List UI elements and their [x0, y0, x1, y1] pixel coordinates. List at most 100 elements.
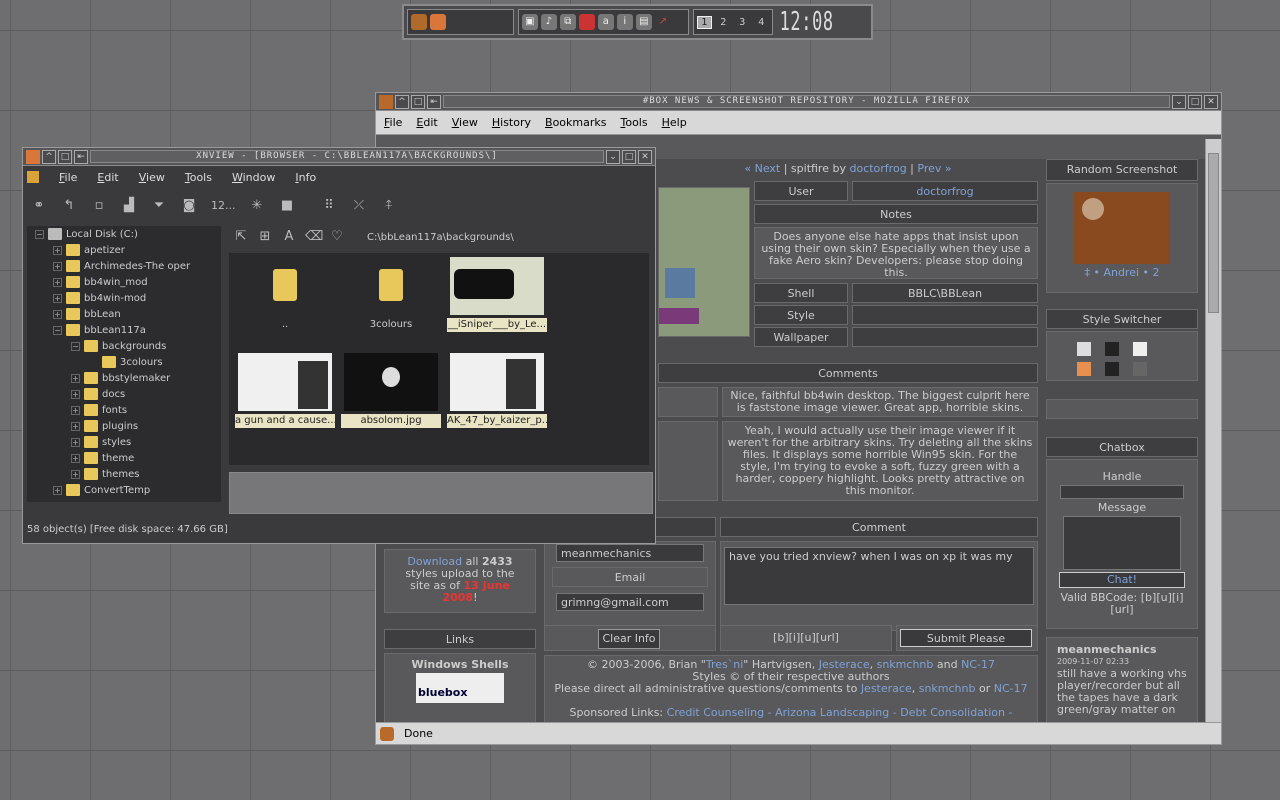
- tree-item[interactable]: + bb4win-mod: [27, 290, 221, 306]
- style-swatch-5[interactable]: [1105, 362, 1119, 376]
- zoom-icon[interactable]: 12...: [211, 198, 236, 214]
- xv-menu-file[interactable]: File: [59, 171, 77, 184]
- filter-icon[interactable]: ⏷: [151, 198, 167, 214]
- sticky-button[interactable]: □: [411, 94, 425, 109]
- xnview-titlebar[interactable]: ^ □ ⇤ XNVIEW - [BROWSER - C:\BBLEAN117A\…: [23, 148, 655, 166]
- tree-item[interactable]: − backgrounds: [27, 338, 221, 354]
- style-swatch-3[interactable]: [1133, 342, 1147, 356]
- thumb-parent[interactable]: ..: [235, 257, 335, 332]
- xv-menu-window[interactable]: Window: [232, 171, 275, 184]
- maximize-button[interactable]: □: [1188, 94, 1202, 109]
- trash-icon[interactable]: ⌫: [305, 229, 323, 245]
- nc17-link[interactable]: NC-17: [961, 658, 995, 671]
- menu-history[interactable]: History: [492, 116, 531, 129]
- random-screenshot-image[interactable]: [1074, 192, 1170, 264]
- handle-input[interactable]: [1060, 485, 1184, 499]
- email-input[interactable]: grimng@gmail.com: [556, 593, 704, 611]
- message-input[interactable]: [1063, 516, 1181, 570]
- next-link[interactable]: « Next: [744, 162, 780, 175]
- thumb-absolom[interactable]: absolom.jpg: [341, 353, 441, 428]
- jpeg-icon[interactable]: ▫: [91, 198, 107, 214]
- xv-resize-button[interactable]: ⇤: [74, 149, 88, 164]
- comment-textarea[interactable]: have you tried xnview? when I was on xp …: [724, 547, 1034, 605]
- tree-item[interactable]: + plugins: [27, 418, 221, 434]
- tray-a-icon[interactable]: a: [597, 14, 614, 30]
- xv-menu-tools[interactable]: Tools: [185, 171, 212, 184]
- new-folder-icon[interactable]: ⊞: [257, 229, 273, 245]
- taskbar-tasks[interactable]: [407, 9, 514, 35]
- menu-tools[interactable]: Tools: [620, 116, 647, 129]
- xv-sticky-button[interactable]: □: [58, 149, 72, 164]
- tree-item[interactable]: + theme: [27, 450, 221, 466]
- network-icon[interactable]: ⧉: [559, 14, 576, 30]
- volume-icon[interactable]: ♪: [540, 14, 557, 30]
- chat-button[interactable]: Chat!: [1059, 572, 1185, 588]
- thumb-3colours[interactable]: 3colours: [341, 257, 441, 332]
- expand-icon[interactable]: −: [53, 325, 62, 335]
- menu-bookmarks[interactable]: Bookmarks: [545, 116, 606, 129]
- screenshot-preview[interactable]: [658, 187, 750, 337]
- jesterace-link-2[interactable]: Jesterace: [861, 682, 912, 695]
- camera-icon[interactable]: ◙: [181, 198, 197, 214]
- workspace-3[interactable]: 3: [735, 17, 750, 28]
- menu-view[interactable]: View: [452, 116, 478, 129]
- expand-icon[interactable]: +: [53, 309, 62, 319]
- resize-button[interactable]: ⇤: [427, 94, 441, 109]
- expand-icon[interactable]: +: [71, 453, 80, 463]
- user-value[interactable]: doctorfrog: [852, 181, 1038, 201]
- bluebox-banner[interactable]: bluebox: [416, 673, 504, 703]
- random-screenshot-caption[interactable]: ‡ • Andrei • 2: [1047, 266, 1197, 279]
- path-field[interactable]: C:\bbLean117a\backgrounds\: [367, 232, 514, 243]
- tree-item[interactable]: + Archimedes-The oper: [27, 258, 221, 274]
- expand-icon[interactable]: −: [71, 341, 80, 351]
- thumb-ak47[interactable]: AK_47_by_kaizer_p...: [447, 353, 547, 428]
- minimize-button[interactable]: ⌄: [1172, 94, 1186, 109]
- firefox-titlebar[interactable]: ^ □ ⇤ #BOX NEWS & SCREENSHOT REPOSITORY …: [376, 93, 1221, 111]
- tree-item[interactable]: − bbLean117a: [27, 322, 221, 338]
- collapse-icon[interactable]: −: [35, 229, 44, 239]
- binoculars-icon[interactable]: ⚭: [31, 198, 47, 214]
- tray-app-icon[interactable]: ▣: [521, 14, 538, 30]
- xv-close-button[interactable]: ✕: [638, 149, 652, 164]
- expand-icon[interactable]: +: [71, 389, 80, 399]
- xv-menu-info[interactable]: Info: [295, 171, 316, 184]
- xv-maximize-button[interactable]: □: [622, 149, 636, 164]
- style-swatch-6[interactable]: [1133, 362, 1147, 376]
- scrollbar-thumb[interactable]: [1208, 153, 1219, 313]
- workspace-2[interactable]: 2: [716, 17, 731, 28]
- thumb-isniper[interactable]: __iSniper___by_Le...: [447, 257, 547, 332]
- xv-menu-view[interactable]: View: [139, 171, 165, 184]
- thumb-gun-cause[interactable]: a gun and a cause....: [235, 353, 335, 428]
- tray-info-icon[interactable]: i: [616, 14, 633, 30]
- display-icon[interactable]: ▤: [635, 14, 652, 30]
- grid-view-icon[interactable]: ⠿: [321, 198, 337, 214]
- parent-dir-icon[interactable]: ⇱: [233, 229, 249, 245]
- tree-item[interactable]: + ConvertTemp: [27, 482, 221, 498]
- xv-menu-edit[interactable]: Edit: [97, 171, 118, 184]
- expand-icon[interactable]: +: [53, 293, 62, 303]
- tree-item[interactable]: + bbLean: [27, 306, 221, 322]
- up-folder-icon[interactable]: ↰: [61, 198, 77, 214]
- expand-icon[interactable]: +: [71, 405, 80, 415]
- tree-item[interactable]: + docs: [27, 386, 221, 402]
- tree-item[interactable]: + bbstylemaker: [27, 370, 221, 386]
- close-button[interactable]: ✕: [1204, 94, 1218, 109]
- xv-shade-button[interactable]: ^: [42, 149, 56, 164]
- tree-item[interactable]: + styles: [27, 434, 221, 450]
- tree-item[interactable]: + apetizer: [27, 242, 221, 258]
- tray-arrow-icon[interactable]: ↗: [655, 14, 671, 30]
- print-icon[interactable]: ▟: [121, 198, 137, 214]
- sponsored-links[interactable]: Credit Counseling - Arizona Landscaping …: [667, 706, 1013, 719]
- menu-file[interactable]: File: [384, 116, 402, 129]
- expand-icon[interactable]: +: [71, 437, 80, 447]
- page-scrollbar[interactable]: [1205, 139, 1221, 724]
- expand-icon[interactable]: +: [53, 277, 62, 287]
- menu-help[interactable]: Help: [662, 116, 687, 129]
- xv-minimize-button[interactable]: ⌄: [606, 149, 620, 164]
- style-swatch-4[interactable]: [1077, 362, 1091, 376]
- tree-item[interactable]: − Local Disk (C:): [27, 226, 221, 242]
- person-icon[interactable]: ⍏: [381, 198, 397, 214]
- tree-item[interactable]: + themes: [27, 466, 221, 482]
- tree-item[interactable]: +3colours: [27, 354, 221, 370]
- author-link[interactable]: doctorfrog: [849, 162, 906, 175]
